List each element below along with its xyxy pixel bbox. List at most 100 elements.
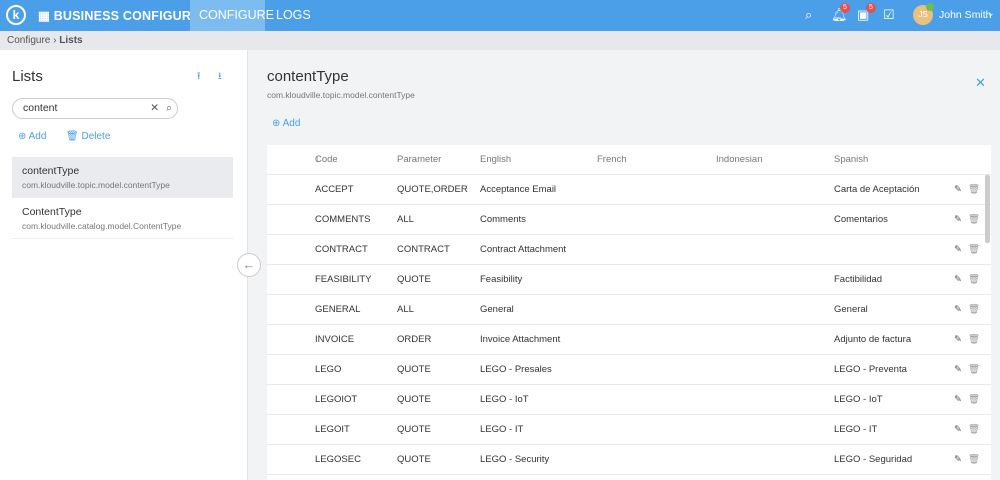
cell-spanish: LEGO - IoT <box>834 394 883 405</box>
edit-icon[interactable]: ✎ <box>954 265 962 294</box>
column-header-spanish[interactable]: Spanish <box>834 145 868 174</box>
column-header-parameter[interactable]: Parameter <box>397 145 441 174</box>
cell-code: LEGOIT <box>315 424 350 435</box>
close-icon[interactable]: ✕ <box>975 75 986 91</box>
list-item-name: contentType <box>22 165 80 177</box>
page-subtitle: com.kloudville.topic.model.contentType <box>267 90 415 100</box>
delete-icon[interactable]: 🗑︎ <box>968 385 980 414</box>
arrow-left-icon: ← <box>242 257 256 272</box>
list-item[interactable]: ContentType com.kloudville.catalog.model.… <box>12 198 233 239</box>
search-value: content <box>23 102 58 114</box>
add-button[interactable]: ⊕ Add <box>18 131 46 142</box>
cell-english: Acceptance Email <box>480 184 557 195</box>
add-row-button[interactable]: ⊕ Add <box>272 118 300 129</box>
delete-icon[interactable]: 🗑︎ <box>968 205 980 234</box>
cell-code: LEGOSEC <box>315 454 361 465</box>
table-row: ACCEPT QUOTE,ORDER Acceptance Email Carta d… <box>267 175 991 205</box>
delete-icon[interactable]: 🗑︎ <box>968 235 980 264</box>
cell-parameter: CONTRACT <box>397 244 450 255</box>
search-icon[interactable]: ⌕ <box>805 7 812 23</box>
edit-icon[interactable]: ✎ <box>954 355 962 384</box>
edit-icon[interactable]: ✎ <box>954 295 962 324</box>
cell-spanish: Comentarios <box>834 214 888 225</box>
cell-parameter: QUOTE <box>397 364 431 375</box>
cell-english: LEGO - Presales <box>480 364 552 375</box>
cell-parameter: QUOTE <box>397 424 431 435</box>
column-header-french[interactable]: French <box>597 145 627 174</box>
cell-english: Invoice Attachment <box>480 334 561 345</box>
delete-icon[interactable]: 🗑︎ <box>968 295 980 324</box>
table-row: LEGO QUOTE LEGO - Presales LEGO - Preventa ✎… <box>267 355 991 385</box>
cell-spanish: Adjunto de factura <box>834 334 912 345</box>
collapse-panel-button[interactable]: ← <box>237 253 261 277</box>
cell-english: LEGO - IT <box>480 424 524 435</box>
delete-button[interactable]: 🗑︎ Delete <box>66 131 110 142</box>
cell-parameter: ALL <box>397 214 414 225</box>
cell-parameter: ALL <box>397 304 414 315</box>
table-row: CONTRACT CONTRACT Contract Attachment ✎ 🗑︎ <box>267 235 991 265</box>
edit-icon[interactable]: ✎ <box>954 175 962 204</box>
cell-english: LEGO - Security <box>480 454 550 465</box>
edit-icon[interactable]: ✎ <box>954 235 962 264</box>
delete-icon[interactable]: 🗑︎ <box>968 175 980 204</box>
upload-icon[interactable]: ⭱ <box>197 69 201 86</box>
search-icon[interactable]: ⌕ <box>166 99 172 118</box>
list-item-name: ContentType <box>22 206 82 218</box>
download-icon[interactable]: ⭳ <box>218 69 222 86</box>
cell-code: FEASIBILITY <box>315 274 372 285</box>
cell-code: LEGOIOT <box>315 394 358 405</box>
add-label: Add <box>282 118 301 129</box>
logo[interactable]: k <box>6 5 26 25</box>
table-row: GENERAL ALL General General ✎ 🗑︎ <box>267 295 991 325</box>
add-label: Add <box>28 131 47 142</box>
edit-icon[interactable]: ✎ <box>954 205 962 234</box>
edit-icon[interactable]: ✎ <box>954 385 962 414</box>
delete-icon[interactable]: 🗑︎ <box>968 325 980 354</box>
scrollbar[interactable] <box>985 175 990 243</box>
clipboard-check-icon[interactable]: ☑ <box>883 7 895 23</box>
cell-spanish: LEGO - Preventa <box>834 364 907 375</box>
cell-parameter: QUOTE <box>397 454 431 465</box>
edit-icon[interactable]: ✎ <box>954 325 962 354</box>
edit-icon[interactable]: ✎ <box>954 415 962 444</box>
column-header-english[interactable]: English <box>480 145 511 174</box>
tab-logs[interactable]: LOGS <box>267 0 320 31</box>
delete-label: Delete <box>81 131 111 142</box>
breadcrumb-lists: Lists <box>59 35 83 46</box>
column-header-indonesian[interactable]: Indonesian <box>716 145 762 174</box>
delete-icon[interactable]: 🗑︎ <box>968 445 980 474</box>
table-header: Code ↓ Parameter English French Indonesi… <box>267 145 991 175</box>
edit-icon[interactable]: ✎ <box>954 445 962 474</box>
cell-code: CONTRACT <box>315 244 368 255</box>
search-input[interactable]: content ✕ ⌕ <box>12 98 178 119</box>
cell-spanish: LEGO - IT <box>834 424 878 435</box>
cell-spanish: Carta de Aceptación <box>834 184 920 195</box>
list-item-path: com.kloudville.topic.model.contentType <box>22 180 170 190</box>
panel-title: Lists <box>12 68 43 85</box>
table-row: COMMENTS ALL Comments Comentarios ✎ 🗑︎ <box>267 205 991 235</box>
delete-icon[interactable]: 🗑︎ <box>968 265 980 294</box>
cell-code: INVOICE <box>315 334 355 345</box>
cell-english: Feasibility <box>480 274 523 285</box>
table-row: LEGOIOT QUOTE LEGO - IoT LEGO - IoT ✎ 🗑︎ <box>267 385 991 415</box>
table-row: LEGOIT QUOTE LEGO - IT LEGO - IT ✎ 🗑︎ <box>267 415 991 445</box>
user-name[interactable]: John Smith <box>939 9 992 21</box>
chevron-down-icon[interactable]: ⌄ <box>987 8 995 19</box>
tab-configure[interactable]: CONFIGURE <box>190 0 274 31</box>
table-row: LEGOSEC QUOTE LEGO - Security LEGO - Seguri… <box>267 445 991 475</box>
cell-code: ACCEPT <box>315 184 354 195</box>
list-item[interactable]: contentType com.kloudville.topic.model.co… <box>12 157 233 198</box>
cell-code: GENERAL <box>315 304 361 315</box>
breadcrumb-configure[interactable]: Configure <box>7 35 50 46</box>
cell-parameter: QUOTE <box>397 274 431 285</box>
values-table: Code ↓ Parameter English French Indonesi… <box>267 145 991 480</box>
table-row: INVOICE ORDER Invoice Attachment Adjunto de… <box>267 325 991 355</box>
delete-icon[interactable]: 🗑︎ <box>968 355 980 384</box>
clear-icon[interactable]: ✕ <box>150 99 159 118</box>
cell-spanish: General <box>834 304 868 315</box>
delete-icon[interactable]: 🗑︎ <box>968 415 980 444</box>
list-item-path: com.kloudville.catalog.model.ContentType <box>22 221 182 231</box>
cell-english: LEGO - IoT <box>480 394 529 405</box>
cell-code: COMMENTS <box>315 214 371 225</box>
cell-code: LEGO <box>315 364 342 375</box>
